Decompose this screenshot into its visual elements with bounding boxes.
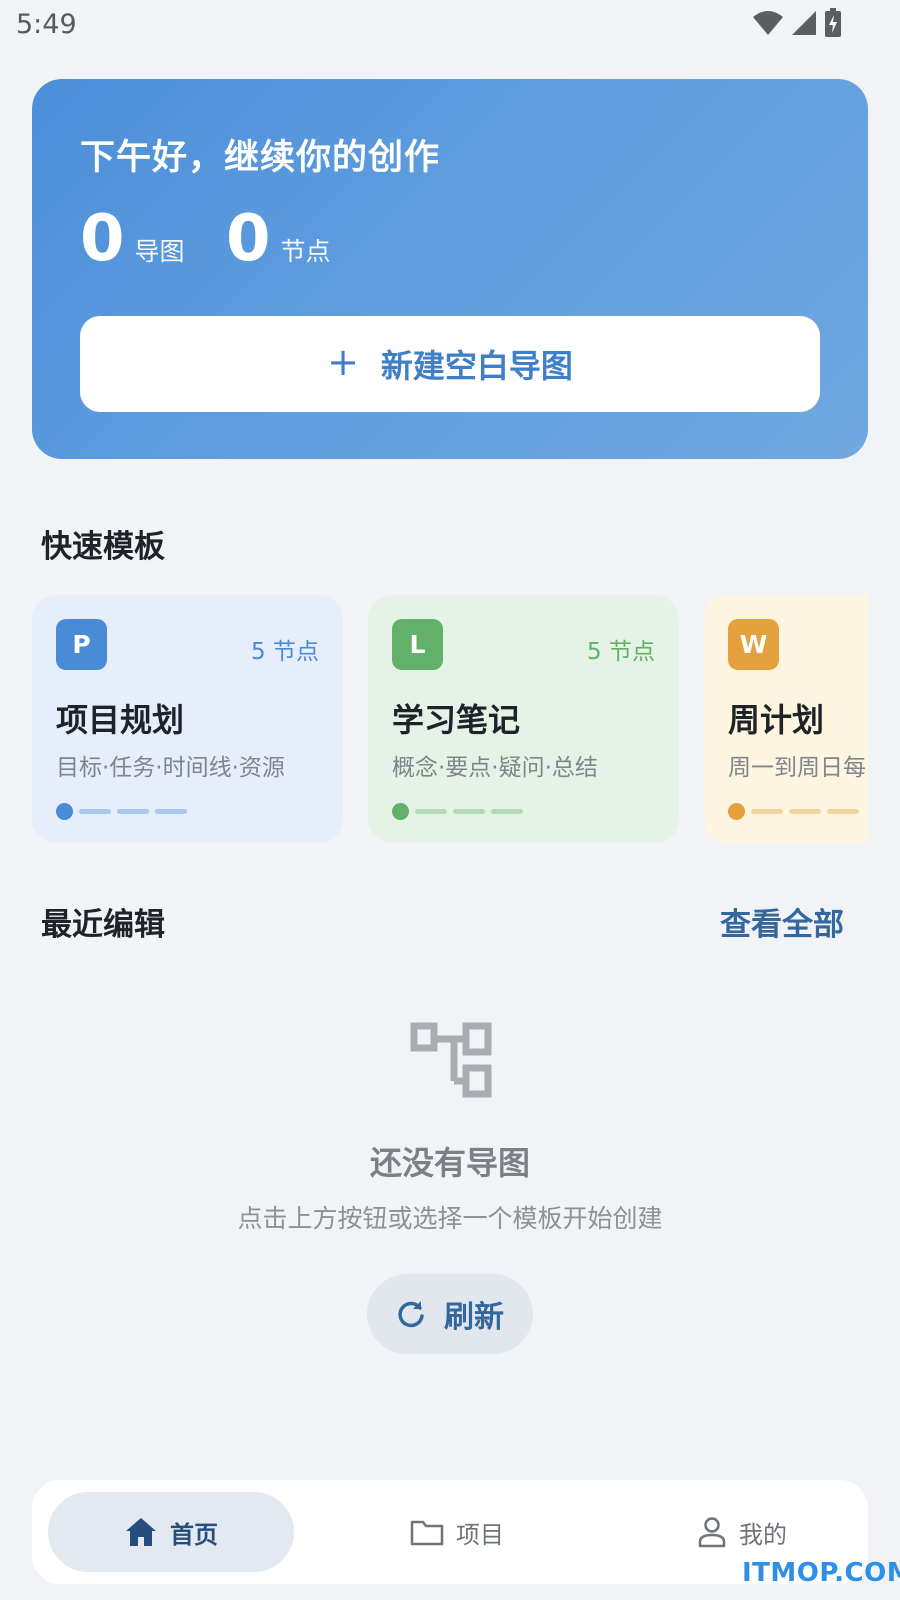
refresh-button[interactable]: 刷新 — [367, 1274, 533, 1354]
template-badge: W — [728, 619, 779, 670]
new-blank-map-label: 新建空白导图 — [380, 347, 573, 385]
home-icon — [126, 1518, 156, 1546]
empty-state-title: 还没有导图 — [369, 1144, 530, 1182]
folder-icon — [410, 1520, 444, 1546]
template-node-count: 5 节点 — [587, 639, 655, 665]
stat-maps-unit: 导图 — [134, 237, 185, 266]
template-description: 概念·要点·疑问·总结 — [392, 755, 598, 781]
preview-dash — [117, 809, 149, 814]
template-card-project-plan[interactable]: P 5 节点 项目规划 目标·任务·时间线·资源 — [32, 595, 343, 843]
preview-dash — [751, 809, 783, 814]
template-card-weekly-plan[interactable]: W 周计划 周一到周日每 — [704, 595, 868, 843]
stat-nodes-unit: 节点 — [280, 237, 331, 266]
nav-item-label: 项目 — [456, 1520, 504, 1549]
preview-dot — [392, 803, 409, 820]
stat-nodes-value: 0 — [226, 202, 271, 276]
nav-item-projects[interactable]: 项目 — [387, 1492, 527, 1572]
watermark: ITMOP.COM — [742, 1558, 900, 1588]
stat-nodes: 0 节点 — [226, 207, 331, 271]
status-icons — [752, 8, 842, 38]
nav-item-home[interactable]: 首页 — [48, 1492, 294, 1572]
preview-dash — [827, 809, 859, 814]
see-all-link[interactable]: 查看全部 — [720, 899, 844, 944]
preview-dash — [789, 809, 821, 814]
wifi-icon — [753, 11, 783, 35]
template-description: 目标·任务·时间线·资源 — [56, 755, 285, 781]
empty-state-subtitle: 点击上方按钮或选择一个模板开始创建 — [237, 1204, 663, 1233]
recent-section-title: 最近编辑 — [41, 907, 165, 943]
mindmap-icon — [410, 1022, 492, 1098]
greeting-text: 下午好，继续你的创作 — [80, 138, 441, 178]
preview-dash — [453, 809, 485, 814]
preview-dash — [491, 809, 523, 814]
preview-dash — [79, 809, 111, 814]
template-badge: P — [56, 619, 107, 670]
preview-dot — [56, 803, 73, 820]
refresh-label: 刷新 — [444, 1300, 504, 1335]
preview-dash — [155, 809, 187, 814]
template-title: 学习笔记 — [392, 701, 521, 739]
plus-icon: + — [327, 340, 359, 384]
template-node-count: 5 节点 — [251, 639, 319, 665]
template-title: 项目规划 — [56, 701, 185, 739]
signal-icon — [792, 11, 816, 35]
template-badge: L — [392, 619, 443, 670]
stat-maps: 0 导图 — [80, 207, 185, 271]
preview-dash — [415, 809, 447, 814]
status-bar: 5:49 — [0, 0, 900, 50]
refresh-icon — [398, 1301, 424, 1328]
nav-item-label: 首页 — [170, 1520, 218, 1549]
new-blank-map-button[interactable]: + 新建空白导图 — [80, 316, 820, 412]
template-card-study-notes[interactable]: L 5 节点 学习笔记 概念·要点·疑问·总结 — [368, 595, 679, 843]
stat-maps-value: 0 — [80, 202, 125, 276]
template-preview-dots — [728, 803, 859, 820]
preview-dot — [728, 803, 745, 820]
user-icon — [698, 1517, 726, 1548]
template-preview-dots — [392, 803, 523, 820]
templates-section-title: 快速模板 — [41, 529, 165, 565]
nav-item-label: 我的 — [739, 1520, 787, 1549]
template-description: 周一到周日每 — [728, 755, 866, 781]
template-title: 周计划 — [728, 701, 825, 739]
status-time: 5:49 — [16, 9, 77, 40]
battery-charging-icon — [825, 8, 841, 37]
hero-card: 下午好，继续你的创作 0 导图 0 节点 + 新建空白导图 — [32, 79, 868, 459]
templates-carousel[interactable]: P 5 节点 项目规划 目标·任务·时间线·资源 L 5 节点 学习笔记 概念·… — [32, 595, 868, 845]
template-preview-dots — [56, 803, 187, 820]
